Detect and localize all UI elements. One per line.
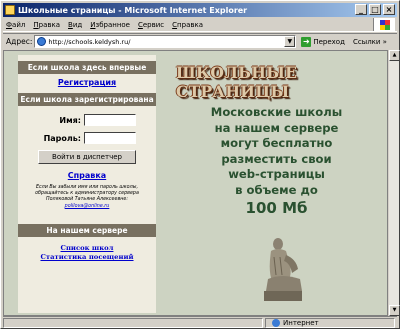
go-arrow-icon: ➜ — [301, 36, 312, 47]
close-button[interactable]: × — [383, 4, 395, 15]
note-text: Если Вы забыли имя или пароль школы, обр… — [35, 185, 139, 203]
menu-view[interactable]: Вид — [68, 21, 82, 29]
promo-line: разместить свои — [221, 151, 332, 166]
password-label: Пароль: — [43, 133, 81, 143]
globe-icon — [272, 318, 280, 327]
ie-icon[interactable] — [5, 5, 15, 15]
scroll-down-button[interactable]: ▼ — [389, 305, 400, 316]
go-button[interactable]: ➜ Переход — [301, 36, 345, 47]
menu-file[interactable]: Файл — [6, 21, 25, 29]
menu-tools[interactable]: Сервис — [138, 21, 164, 29]
menu-help[interactable]: Справка — [172, 21, 203, 29]
promo-line: могут бесплатно — [220, 136, 333, 150]
login-input[interactable] — [84, 114, 136, 126]
help-link[interactable]: Справка — [18, 171, 156, 180]
browser-window: Школьные страницы - Microsoft Internet E… — [0, 0, 400, 329]
login-row: Имя: — [18, 114, 156, 126]
server-heading: На нашем сервере — [18, 223, 156, 237]
address-input[interactable]: http://schools.keldysh.ru/ ▼ — [34, 35, 297, 48]
address-bar: Адрес: http://schools.keldysh.ru/ ▼ ➜ Пе… — [3, 33, 397, 49]
minimize-button[interactable]: _ — [355, 4, 367, 15]
menu-bar: Файл Правка Вид Избранное Сервис Справка — [3, 18, 397, 32]
admin-email-link[interactable]: polilova@online.ru — [65, 204, 110, 209]
window-controls: _ □ × — [355, 4, 395, 15]
first-time-heading: Если школа здесь впервые — [18, 61, 156, 74]
address-label: Адрес: — [6, 37, 33, 46]
windows-logo-icon — [373, 18, 395, 31]
window-title: Школьные страницы - Microsoft Internet E… — [18, 5, 248, 15]
vertical-scrollbar[interactable]: ▲ ▼ — [388, 50, 400, 316]
statue-image — [264, 238, 302, 301]
password-row: Пароль: — [18, 132, 156, 144]
promo-line: Московские школы — [210, 105, 343, 119]
address-dropdown-button[interactable]: ▼ — [284, 36, 296, 47]
address-url[interactable]: http://schools.keldysh.ru/ — [48, 38, 130, 46]
sidebar: Если школа здесь впервые Регистрация Есл… — [18, 55, 156, 313]
site-logo-text: ШКОЛЬНЫЕ СТРАНИЦЫ — [176, 63, 298, 101]
menu-edit[interactable]: Правка — [33, 21, 60, 29]
status-text-pane — [3, 317, 263, 328]
login-form: Имя: Пароль: Войти в диспетчер — [18, 114, 156, 164]
links-button[interactable]: Ссылки » — [353, 38, 387, 46]
promo-size: 100 Мб — [245, 199, 308, 217]
schools-list-link[interactable]: Список школ — [18, 244, 156, 253]
visit-stats-link[interactable]: Статистика посещений — [18, 253, 156, 262]
password-input[interactable] — [84, 132, 136, 144]
page-icon — [37, 37, 47, 46]
login-submit-button[interactable]: Войти в диспетчер — [38, 150, 136, 164]
status-bar: Интернет — [3, 316, 397, 328]
go-label: Переход — [313, 37, 345, 46]
promo-line: на нашем сервере — [214, 120, 339, 135]
zone-label: Интернет — [283, 318, 319, 327]
scroll-up-button[interactable]: ▲ — [389, 50, 400, 61]
forgot-password-note: Если Вы забыли имя или пароль школы, обр… — [18, 185, 156, 210]
maximize-button[interactable]: □ — [369, 4, 381, 15]
title-bar[interactable]: Школьные страницы - Microsoft Internet E… — [3, 3, 397, 17]
menu-favorites[interactable]: Избранное — [90, 21, 130, 29]
main-content: ШКОЛЬНЫЕ СТРАНИЦЫ Московские школы на на… — [164, 51, 387, 315]
promo-text: Московские школы на нашем сервере могут … — [164, 105, 387, 218]
promo-line: в объеме до — [235, 182, 318, 197]
zone-pane: Интернет — [265, 317, 395, 328]
site-logo: ШКОЛЬНЫЕ СТРАНИЦЫ — [176, 63, 366, 101]
registered-heading: Если школа зарегистрирована — [18, 93, 156, 106]
promo-line: web-страницы — [228, 167, 325, 181]
login-label: Имя: — [59, 115, 81, 125]
page-viewport: Если школа здесь впервые Регистрация Есл… — [3, 50, 388, 316]
register-link[interactable]: Регистрация — [18, 78, 156, 87]
